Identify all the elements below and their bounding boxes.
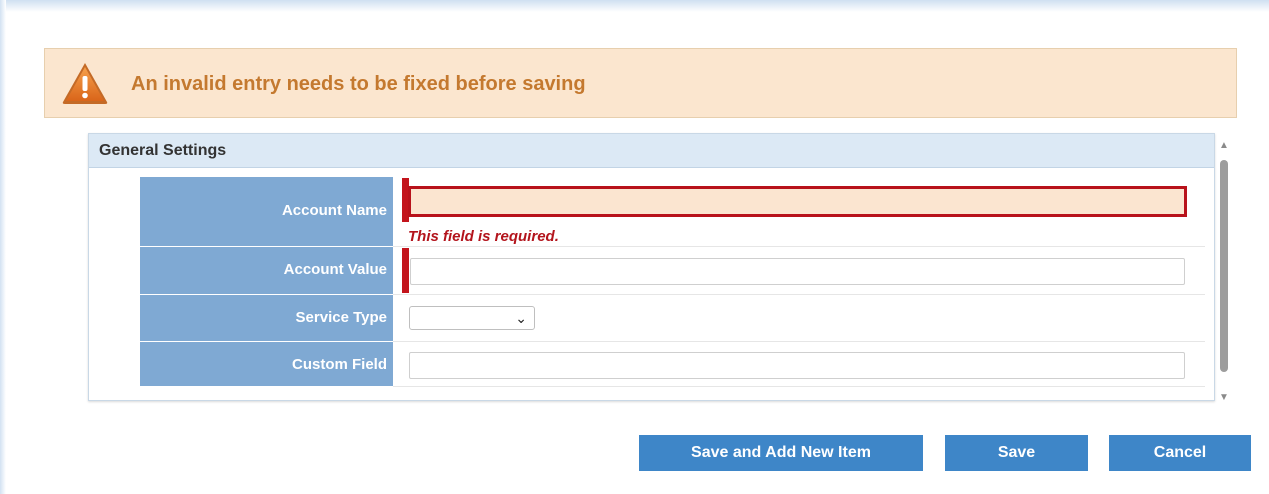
row-divider xyxy=(393,246,1205,247)
save-and-add-new-button[interactable]: Save and Add New Item xyxy=(639,435,923,471)
cancel-button[interactable]: Cancel xyxy=(1109,435,1251,471)
scroll-up-arrow-icon[interactable]: ▲ xyxy=(1219,140,1229,151)
account-value-label-cell: Account Value xyxy=(140,247,393,295)
warning-icon xyxy=(62,63,108,104)
validation-alert: An invalid entry needs to be fixed befor… xyxy=(44,48,1237,118)
service-type-label: Service Type xyxy=(295,309,387,326)
service-type-label-cell: Service Type xyxy=(140,295,393,342)
window-left-border xyxy=(0,0,6,494)
save-button[interactable]: Save xyxy=(945,435,1088,471)
scroll-thumb[interactable] xyxy=(1220,160,1228,372)
general-settings-panel: General Settings Account Name This field… xyxy=(88,133,1215,401)
custom-field-input[interactable] xyxy=(409,352,1185,379)
scroll-down-arrow-icon[interactable]: ▼ xyxy=(1219,392,1229,403)
account-name-error: This field is required. xyxy=(408,228,559,245)
panel-header: General Settings xyxy=(89,134,1214,168)
panel-scrollbar[interactable]: ▲ ▼ xyxy=(1217,140,1231,406)
custom-field-label: Custom Field xyxy=(291,356,387,373)
window-top-border xyxy=(0,0,1269,12)
custom-field-label-cell: Custom Field xyxy=(140,342,393,387)
service-type-select[interactable]: ⌄ xyxy=(409,306,535,330)
account-value-label: Account Value xyxy=(283,261,387,278)
row-divider xyxy=(393,294,1205,295)
alert-message: An invalid entry needs to be fixed befor… xyxy=(131,73,586,95)
account-value-input[interactable] xyxy=(410,258,1185,285)
panel-title: General Settings xyxy=(99,142,227,159)
account-name-label-cell: Account Name xyxy=(140,177,393,247)
account-name-label: Account Name xyxy=(281,202,387,219)
required-marker xyxy=(402,248,409,293)
row-divider xyxy=(393,386,1205,387)
row-divider xyxy=(393,341,1205,342)
account-name-input[interactable] xyxy=(408,186,1187,217)
chevron-down-icon: ⌄ xyxy=(515,310,527,326)
